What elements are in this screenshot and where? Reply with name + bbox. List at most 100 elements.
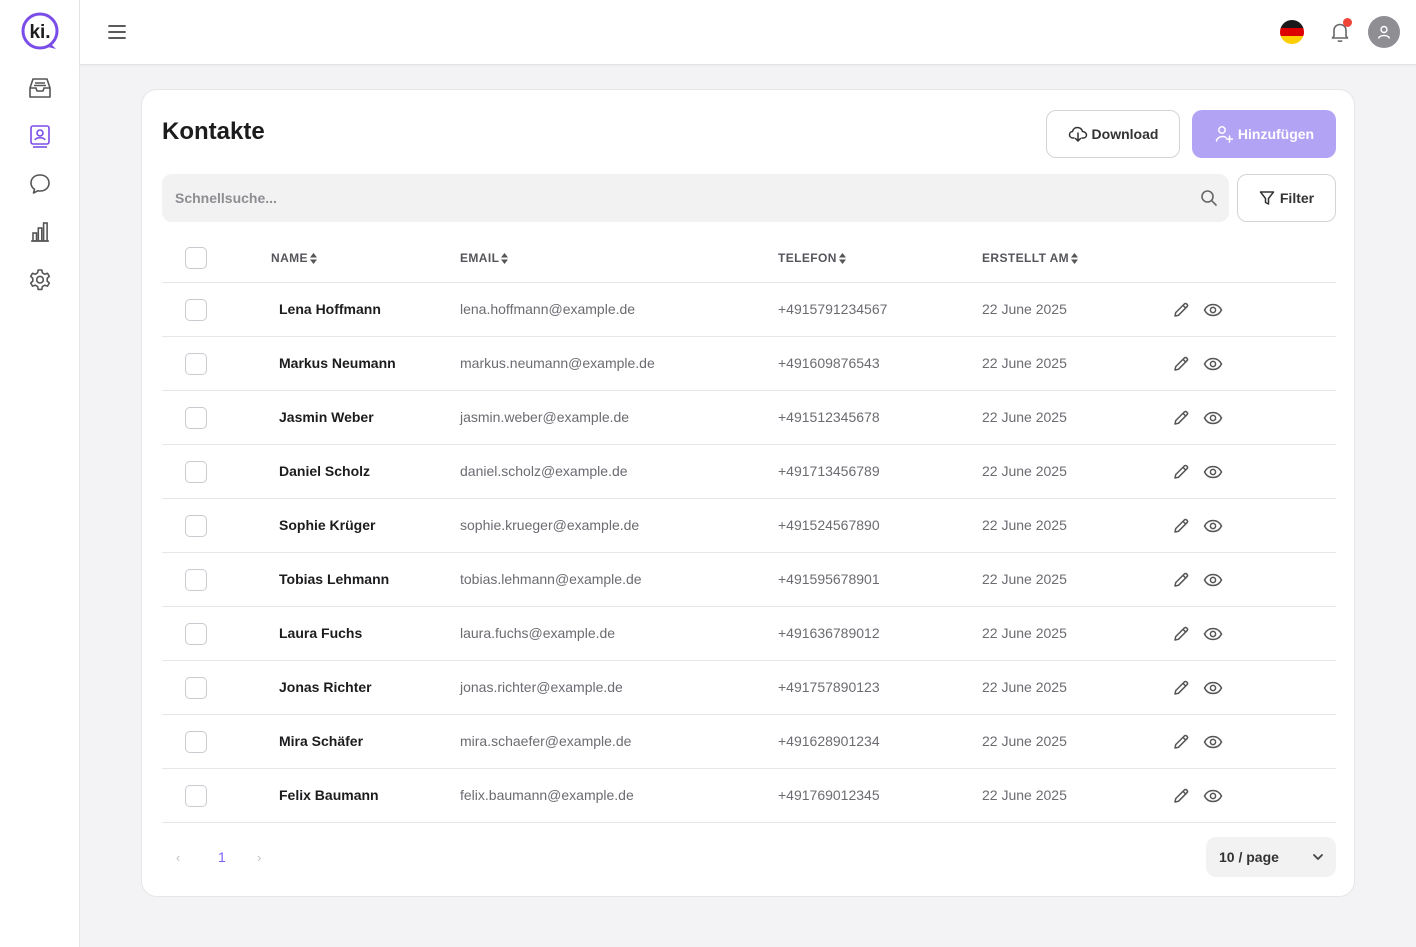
- table-row[interactable]: Jonas Richter jonas.richter@example.de +49…: [162, 661, 1336, 715]
- hamburger-icon: [108, 25, 126, 39]
- sort-icon: [309, 252, 317, 264]
- column-header-email[interactable]: EMAIL: [460, 251, 509, 265]
- contact-name: Mira Schäfer: [279, 733, 364, 749]
- pagination-prev-button[interactable]: ‹: [176, 850, 180, 865]
- pencil-icon[interactable]: [1172, 733, 1190, 751]
- table-row[interactable]: Laura Fuchs laura.fuchs@example.de +491636…: [162, 607, 1336, 661]
- contacts-card: Kontakte Download Hinzufügen Filter: [141, 89, 1355, 897]
- bar-chart-icon: [31, 222, 49, 242]
- row-checkbox[interactable]: [185, 677, 207, 699]
- eye-icon[interactable]: [1203, 355, 1223, 373]
- sidebar-item-chat[interactable]: [27, 171, 53, 197]
- table-row[interactable]: Markus Neumann markus.neumann@example.de +…: [162, 337, 1336, 391]
- select-all-checkbox[interactable]: [185, 247, 207, 269]
- sort-icon: [838, 252, 846, 264]
- contact-created-date: 22 June 2025: [982, 571, 1067, 587]
- filter-icon: [1259, 191, 1275, 205]
- contact-email: jasmin.weber@example.de: [460, 409, 630, 425]
- cloud-download-icon: [1068, 126, 1087, 142]
- pagination-page-1[interactable]: 1: [218, 849, 226, 865]
- contact-phone: +491595678901: [778, 571, 880, 587]
- eye-icon[interactable]: [1203, 517, 1223, 535]
- contact-phone: +491769012345: [778, 787, 880, 803]
- contact-name: Tobias Lehmann: [279, 571, 390, 587]
- add-user-icon: [1215, 126, 1234, 143]
- pencil-icon[interactable]: [1172, 571, 1190, 589]
- column-header-telefon[interactable]: TELEFON: [778, 251, 846, 265]
- row-checkbox[interactable]: [185, 515, 207, 537]
- contact-email: daniel.scholz@example.de: [460, 463, 628, 479]
- column-header-name[interactable]: NAME: [271, 251, 317, 265]
- table-row[interactable]: Jasmin Weber jasmin.weber@example.de +4915…: [162, 391, 1336, 445]
- contact-name: Jonas Richter: [279, 679, 372, 695]
- table-row[interactable]: Mira Schäfer mira.schaefer@example.de +491…: [162, 715, 1336, 769]
- app-logo[interactable]: ki.: [20, 12, 60, 52]
- row-checkbox[interactable]: [185, 299, 207, 321]
- filter-button[interactable]: Filter: [1237, 174, 1336, 222]
- pencil-icon[interactable]: [1172, 355, 1190, 373]
- row-checkbox[interactable]: [185, 731, 207, 753]
- sidebar-item-contacts[interactable]: [27, 123, 53, 149]
- table-row[interactable]: Felix Baumann felix.baumann@example.de +49…: [162, 769, 1336, 823]
- eye-icon[interactable]: [1203, 301, 1223, 319]
- contact-name: Sophie Krüger: [279, 517, 376, 533]
- page-size-select[interactable]: 10 / page: [1206, 837, 1336, 877]
- eye-icon[interactable]: [1203, 787, 1223, 805]
- search-input[interactable]: [162, 174, 1182, 222]
- table-row[interactable]: Tobias Lehmann tobias.lehmann@example.de +…: [162, 553, 1336, 607]
- avatar[interactable]: [1368, 16, 1400, 48]
- sidebar-item-inbox[interactable]: [27, 75, 53, 101]
- contact-email: laura.fuchs@example.de: [460, 625, 616, 641]
- contact-email: mira.schaefer@example.de: [460, 733, 632, 749]
- row-checkbox[interactable]: [185, 785, 207, 807]
- eye-icon[interactable]: [1203, 409, 1223, 427]
- pagination-next-button[interactable]: ›: [257, 850, 261, 865]
- search-bar: [162, 174, 1229, 222]
- pencil-icon[interactable]: [1172, 679, 1190, 697]
- pencil-icon[interactable]: [1172, 409, 1190, 427]
- contact-created-date: 22 June 2025: [982, 301, 1067, 317]
- column-header-erstellt-am[interactable]: ERSTELLT AM: [982, 251, 1079, 265]
- sidebar: ki.: [0, 0, 80, 947]
- sidebar-item-settings[interactable]: [27, 267, 53, 293]
- table-row[interactable]: Daniel Scholz daniel.scholz@example.de +49…: [162, 445, 1336, 499]
- add-label: Hinzufügen: [1237, 126, 1315, 142]
- contact-phone: +491757890123: [778, 679, 880, 695]
- row-checkbox[interactable]: [185, 407, 207, 429]
- eye-icon[interactable]: [1203, 463, 1223, 481]
- de-flag-icon: [1280, 20, 1304, 28]
- table-row[interactable]: Lena Hoffmann lena.hoffmann@example.de +49…: [162, 283, 1336, 337]
- row-checkbox[interactable]: [185, 623, 207, 645]
- page-size-label: 10 / page: [1219, 849, 1279, 865]
- pencil-icon[interactable]: [1172, 301, 1190, 319]
- pencil-icon[interactable]: [1172, 517, 1190, 535]
- sidebar-item-analytics[interactable]: [27, 219, 53, 245]
- contact-phone: +491609876543: [778, 355, 880, 371]
- eye-icon[interactable]: [1203, 571, 1223, 589]
- eye-icon[interactable]: [1203, 733, 1223, 751]
- contact-name: Jasmin Weber: [279, 409, 374, 425]
- eye-icon[interactable]: [1203, 679, 1223, 697]
- download-button[interactable]: Download: [1046, 110, 1180, 158]
- contact-name: Markus Neumann: [279, 355, 396, 371]
- page-title: Kontakte: [162, 118, 265, 145]
- menu-toggle-button[interactable]: [106, 22, 128, 42]
- contact-created-date: 22 June 2025: [982, 409, 1067, 425]
- row-checkbox[interactable]: [185, 353, 207, 375]
- pencil-icon[interactable]: [1172, 625, 1190, 643]
- language-switcher[interactable]: [1280, 20, 1304, 44]
- table-row[interactable]: Sophie Krüger sophie.krueger@example.de +4…: [162, 499, 1336, 553]
- contact-name: Daniel Scholz: [279, 463, 371, 479]
- contact-created-date: 22 June 2025: [982, 625, 1067, 641]
- row-checkbox[interactable]: [185, 461, 207, 483]
- add-contact-button[interactable]: Hinzufügen: [1192, 110, 1336, 158]
- contact-email: markus.neumann@example.de: [460, 355, 655, 371]
- pencil-icon[interactable]: [1172, 463, 1190, 481]
- eye-icon[interactable]: [1203, 625, 1223, 643]
- row-checkbox[interactable]: [185, 569, 207, 591]
- contact-email: felix.baumann@example.de: [460, 787, 634, 803]
- contacts-table: NAME EMAIL TELEFON ERSTELLT AM Lena Hoff…: [162, 232, 1336, 823]
- pencil-icon[interactable]: [1172, 787, 1190, 805]
- search-icon[interactable]: [1200, 189, 1218, 207]
- contacts-icon: [30, 125, 50, 148]
